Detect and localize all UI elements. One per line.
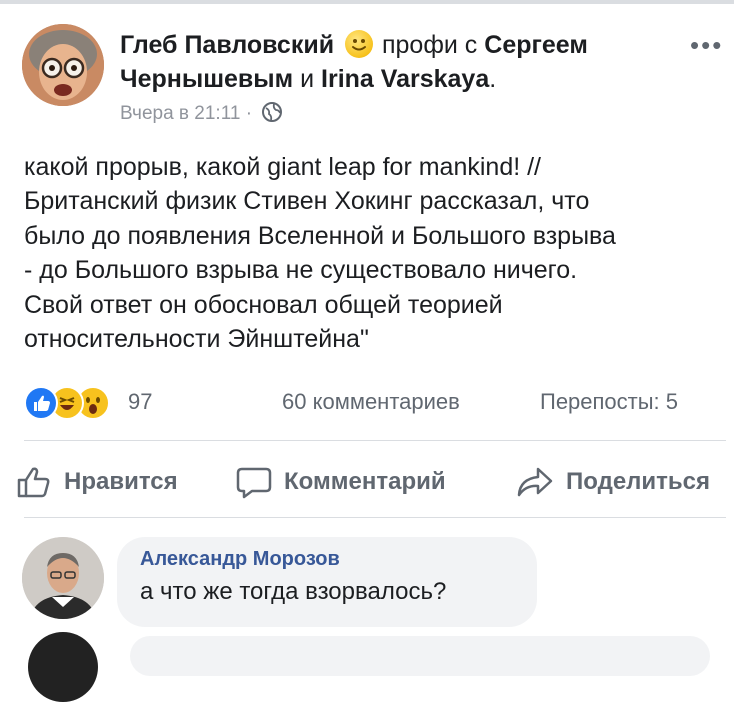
comment-label: Комментарий [284,468,446,495]
slightly-smiling-face-icon [345,30,374,58]
globe-icon[interactable] [261,101,283,123]
like-button[interactable]: Нравится [16,462,178,502]
share-arrow-icon [517,467,553,497]
post-text-line: - до Большого взрыва не существовало нич… [24,256,578,285]
top-border [0,0,734,4]
reactions-count[interactable]: 97 [128,389,152,415]
tagged-person-1[interactable]: Сергеем [484,31,588,59]
next-comment-bubble[interactable] [130,636,710,676]
post-header-line-1: Глеб Павловский профи с Сергеем [120,29,588,61]
post-text: какой прорыв, какой giant leap for manki… [24,150,724,356]
post-text-line: Британский физик Стивен Хокинг рассказал… [24,187,590,216]
like-label: Нравится [64,468,178,495]
post-text-line: было до появления Вселенной и Большого в… [24,221,616,250]
conjunction: и [300,65,315,93]
like-reaction-icon [24,386,58,420]
shares-count[interactable]: Перепосты: 5 [540,389,678,415]
post-meta: Вчера в 21:11 · [120,101,283,125]
tagged-suffix: . [489,65,497,93]
divider [24,440,726,441]
tagged-person-2[interactable]: Irina Varskaya [321,65,489,93]
author-name[interactable]: Глеб Павловский [120,31,334,59]
comment-bubble-icon [236,467,272,499]
divider [24,517,726,518]
comment-text: а что же тогда взорвалось? [140,578,447,605]
tagged-person-1-surname[interactable]: Чернышевым [120,65,293,93]
more-options-icon[interactable]: ••• [690,30,723,61]
feeling-text: профи с [381,31,478,59]
thumbs-up-icon [17,467,50,498]
share-label: Поделиться [566,468,711,495]
share-button[interactable]: Поделиться [516,462,710,502]
comment-button[interactable]: Комментарий [236,462,446,502]
commenter-avatar[interactable] [22,537,104,619]
post-text-line: какой прорыв, какой giant leap for manki… [24,153,542,181]
meta-separator: · [245,103,253,124]
post-text-line: Свой ответ он обосновал общей теорией [24,290,503,319]
commenter-name[interactable]: Александр Морозов [140,548,340,571]
comments-count[interactable]: 60 комментариев [282,389,460,415]
post-header-line-2: Чернышевым и Irina Varskaya. [120,63,496,95]
post-timestamp[interactable]: Вчера в 21:11 [120,103,240,124]
post-text-line: относительности Эйнштейна" [24,325,369,354]
author-avatar[interactable] [22,24,104,106]
